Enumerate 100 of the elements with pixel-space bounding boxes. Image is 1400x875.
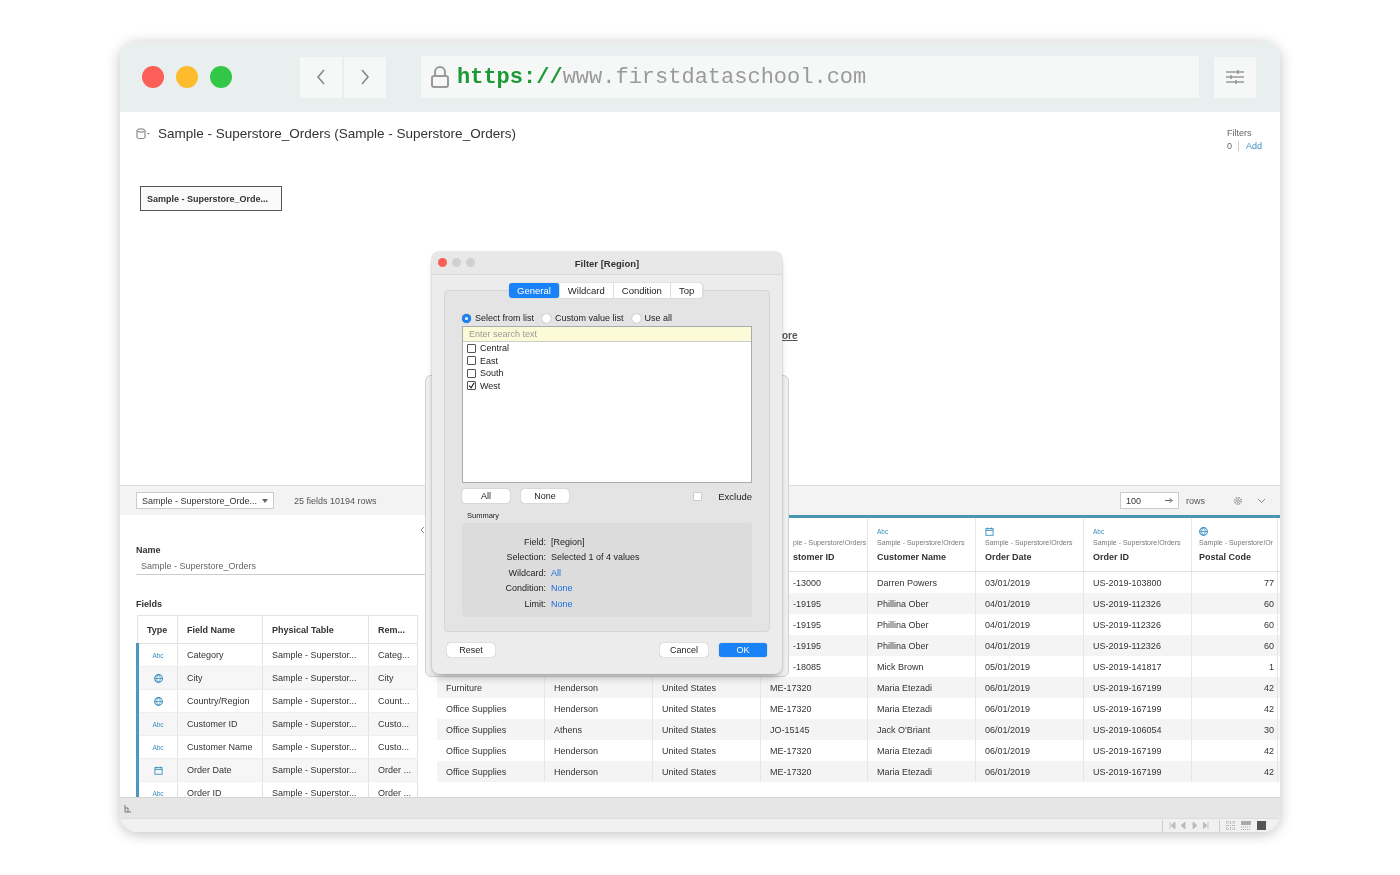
table-cell: US-2019-106054	[1084, 719, 1192, 740]
summary-value: Selected 1 of 4 values	[551, 552, 641, 563]
table-cell: Maria Etezadi	[868, 761, 976, 782]
table-cell: United States	[653, 719, 761, 740]
column-header[interactable]: Physical Table	[262, 615, 369, 644]
table-chip[interactable]: Sample - Superstore_Orde...	[140, 186, 282, 211]
radio-button[interactable]	[631, 313, 641, 323]
chevron-down-icon[interactable]	[1257, 497, 1266, 504]
table-cell: Sample - Superstor...	[262, 643, 369, 667]
value-label[interactable]: West	[480, 380, 501, 391]
table-cell: Maria Etezadi	[868, 677, 976, 698]
table-cell: Count...	[368, 689, 418, 713]
all-button[interactable]: All	[462, 489, 510, 503]
tab[interactable]: General	[509, 283, 560, 298]
more-link[interactable]: ore	[782, 330, 798, 341]
table-cell: 06/01/2019	[976, 761, 1084, 782]
lock-icon	[431, 66, 449, 88]
data-source-icon[interactable]	[124, 803, 132, 813]
column-header[interactable]: Field Name	[177, 615, 263, 644]
minimize-dot	[452, 258, 461, 267]
table-cell: Custo...	[368, 735, 418, 759]
exclude-label[interactable]: Exclude	[718, 490, 752, 502]
table-cell: 60	[1192, 593, 1278, 614]
rows-input[interactable]: 100	[1120, 492, 1179, 509]
table-cell: United States	[653, 761, 761, 782]
rows-label: rows	[1186, 495, 1205, 506]
column-header[interactable]: Customer Name	[877, 552, 947, 562]
settings-button[interactable]	[1214, 56, 1256, 98]
table-cell: Categ...	[368, 643, 418, 667]
calendar-icon	[153, 766, 163, 776]
table-cell: Category	[177, 643, 263, 667]
checkbox[interactable]	[467, 381, 476, 391]
table-cell: Sample - Superstor...	[262, 712, 369, 736]
summary-link[interactable]: None	[551, 598, 573, 609]
radio-button[interactable]	[542, 313, 551, 323]
close-dot[interactable]	[438, 258, 447, 267]
back-button[interactable]	[300, 56, 342, 98]
checkbox[interactable]	[467, 343, 476, 353]
radio-label[interactable]: Custom value list	[555, 313, 624, 323]
table-cell: 04/01/2019	[976, 593, 1084, 614]
list-view-icon[interactable]	[1241, 821, 1251, 830]
ok-button[interactable]: OK	[719, 643, 767, 657]
tab[interactable]: Wildcard	[559, 283, 614, 298]
summary-link[interactable]: All	[551, 567, 561, 578]
column-header[interactable]: Postal Code	[1199, 552, 1251, 562]
column-header[interactable]: Type	[137, 615, 178, 644]
database-icon[interactable]	[136, 127, 150, 140]
summary-link[interactable]: None	[551, 583, 573, 594]
table-cell: Sample - Superstor...	[262, 758, 369, 782]
gear-icon[interactable]	[1233, 495, 1243, 506]
table-cell: 42	[1192, 761, 1278, 782]
column-header[interactable]: Order Date	[985, 552, 1032, 562]
table-summary: 25 fields 10194 rows	[294, 495, 377, 506]
grid-view-icon[interactable]	[1226, 821, 1235, 830]
table-cell: JO-15145	[761, 719, 868, 740]
minimize-dot[interactable]	[176, 66, 198, 88]
table-cell: ME-17320	[761, 761, 868, 782]
table-cell: Sample - Superstor...	[262, 735, 369, 759]
table-cell: Phillina Ober	[868, 635, 976, 656]
radio-label[interactable]: Use all	[644, 313, 673, 323]
table-cell: Office Supplies	[437, 761, 545, 782]
close-dot[interactable]	[142, 66, 164, 88]
search-field[interactable]: Enter search text	[463, 327, 751, 342]
add-filter-link[interactable]: Add	[1238, 141, 1262, 151]
table-select[interactable]: Sample - Superstore_Orde...	[136, 492, 274, 509]
tab[interactable]: Top	[670, 283, 704, 298]
datasource-title: Sample - Superstore_Orders (Sample - Superstore_Orders)	[158, 126, 516, 141]
radio-label[interactable]: Select from list	[475, 313, 534, 323]
arrow-icon	[1165, 498, 1173, 503]
globe-icon	[153, 697, 163, 707]
column-header[interactable]: Rem...	[368, 615, 418, 644]
none-button[interactable]: None	[521, 489, 569, 503]
checkbox[interactable]	[467, 368, 476, 378]
url-host: www.firstdataschool.com	[562, 64, 867, 90]
table-cell: Office Supplies	[437, 719, 545, 740]
forward-button[interactable]	[344, 56, 386, 98]
dialog-title: Filter [Region]	[574, 257, 640, 269]
forward-icon	[360, 69, 370, 85]
value-label[interactable]: East	[480, 355, 498, 366]
collapse-icon[interactable]	[420, 526, 425, 534]
table-cell: Henderson	[545, 761, 653, 782]
back-icon	[316, 69, 326, 85]
value-label[interactable]: Central	[480, 343, 509, 354]
summary-key: Selection:	[462, 552, 546, 563]
filters-count: 0	[1226, 141, 1232, 151]
table-cell: US-2019-167199	[1084, 677, 1192, 698]
value-label[interactable]: South	[480, 368, 504, 379]
sliders-icon	[1225, 69, 1245, 85]
radio-button[interactable]	[462, 313, 471, 323]
table-cell: US-2019-112326	[1084, 635, 1192, 656]
tab[interactable]: Condition	[613, 283, 671, 298]
table-cell: 04/01/2019	[976, 635, 1084, 656]
column-header[interactable]: Order ID	[1093, 552, 1129, 562]
cancel-button[interactable]: Cancel	[660, 643, 708, 657]
name-label: Name	[136, 545, 162, 555]
checkbox[interactable]	[467, 356, 476, 366]
column-header[interactable]: stomer ID	[793, 552, 835, 562]
maximize-dot[interactable]	[210, 66, 232, 88]
table-cell: 30	[1192, 719, 1278, 740]
reset-button[interactable]: Reset	[447, 643, 495, 657]
